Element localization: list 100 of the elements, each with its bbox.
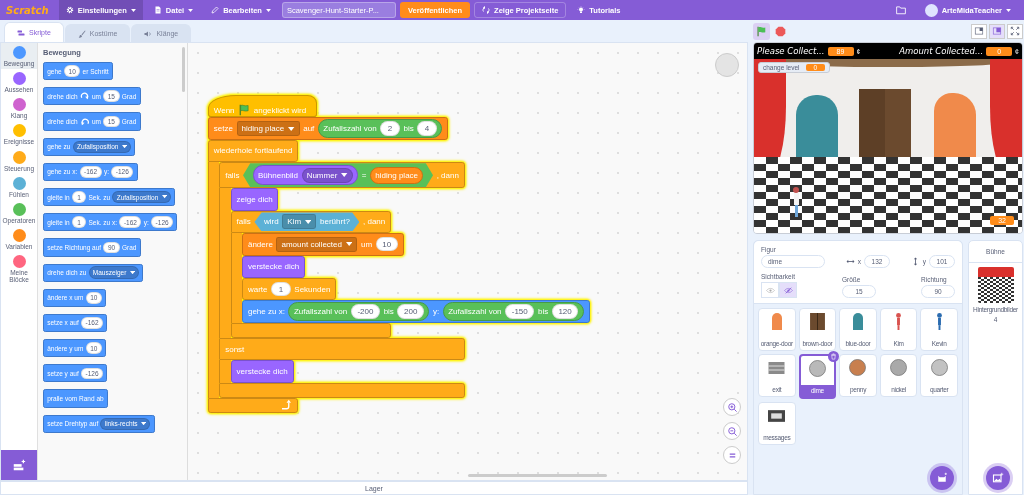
pencil-icon: [211, 6, 220, 14]
code-block[interactable]: zeige dich: [230, 188, 279, 211]
dropdown-menu[interactable]: Nummer: [301, 167, 353, 183]
caret-icon: [161, 195, 167, 199]
boolean-block[interactable]: wird Kim berührt?: [254, 212, 360, 232]
reporter-block[interactable]: Zufallszahl von -200 bis 200: [288, 301, 430, 322]
block-label: verstecke dich: [236, 366, 288, 376]
zoom-in-button[interactable]: [723, 398, 741, 416]
code-block[interactable]: warte 1 Sekunden: [242, 277, 337, 301]
scrollbar[interactable]: [468, 474, 607, 477]
zoom-out-button[interactable]: [723, 422, 741, 440]
file-icon: [153, 6, 162, 14]
block-label: angeklickt wird: [253, 105, 307, 115]
block-label: gehe zu x:: [247, 307, 285, 316]
block-label: verstecke dich: [247, 262, 300, 272]
stage-size-button[interactable]: [971, 23, 987, 39]
flag-icon: [238, 104, 251, 117]
number-input[interactable]: 120: [551, 304, 579, 319]
extension-blocks-icon: [12, 458, 26, 472]
boolean-block[interactable]: Bühnenbild Nummer = hiding place: [243, 163, 434, 188]
normal-stage-icon: [992, 26, 1002, 36]
eye-icon: [765, 285, 775, 295]
number-input[interactable]: 10: [375, 237, 398, 252]
caret-icon: [288, 126, 295, 131]
reporter-block[interactable]: Zufallszahl von 2 bis 4: [317, 118, 443, 139]
number-input[interactable]: -200: [350, 304, 381, 319]
caret-icon: [130, 8, 136, 12]
code-block[interactable]: verstecke dich: [230, 360, 294, 383]
fullscreen-button[interactable]: [1007, 23, 1023, 39]
add-backdrop-button[interactable]: [986, 466, 1010, 490]
gear-icon: [65, 6, 74, 14]
scrollbar[interactable]: [182, 47, 185, 92]
folder-icon[interactable]: [895, 5, 906, 15]
caret-icon: [305, 219, 312, 224]
zoom-reset-button[interactable]: [723, 446, 741, 464]
block-label: falls: [236, 217, 251, 227]
code-block[interactable]: setze hiding place auf Zufallszahl von 2 bis 4: [208, 117, 449, 140]
add-sprite-button[interactable]: [930, 466, 954, 490]
block-label: warte: [247, 284, 268, 294]
stage-size-button[interactable]: [989, 23, 1005, 39]
dropdown-menu[interactable]: Kim: [282, 214, 317, 230]
brush-icon: [77, 29, 86, 38]
number-input[interactable]: 200: [397, 304, 424, 319]
block-label: setze: [213, 124, 233, 134]
number-input[interactable]: 2: [380, 121, 400, 136]
block-label: , dann: [436, 170, 459, 180]
stop-icon: [775, 25, 786, 37]
dropdown-menu[interactable]: amount collected: [276, 236, 358, 252]
block-label: , dann: [363, 217, 386, 227]
number-input[interactable]: -150: [505, 304, 535, 319]
caret-icon: [140, 422, 147, 426]
block-label: sonst: [225, 344, 245, 354]
block-label: auf: [303, 124, 315, 134]
caret-icon: [1006, 8, 1011, 12]
block-label: ändere: [247, 239, 273, 249]
block-label: berührt?: [320, 217, 350, 227]
code-block[interactable]: gehe zu x: Zufallszahl von -200 bis 200 y: Zufallszahl von -150 bis 120: [242, 300, 590, 323]
block-label: Bühnenbild: [258, 170, 299, 180]
reporter-block[interactable]: Zufallszahl von -150 bis 120: [442, 301, 584, 322]
block-label: bis: [383, 307, 394, 316]
trash-icon: [830, 353, 838, 360]
code-block[interactable]: ändere amount collected um 10: [242, 233, 404, 256]
block-label: Zufallszahl von: [293, 307, 348, 316]
caret-icon: [121, 145, 127, 149]
block-label: =: [361, 170, 367, 180]
flag-icon: [756, 25, 767, 37]
caret-icon: [345, 242, 353, 247]
block-label: bis: [403, 124, 414, 134]
expand-arrows-icon: [1010, 26, 1020, 36]
number-input[interactable]: 4: [417, 121, 437, 136]
block-label: falls: [225, 170, 240, 180]
block-label: y:: [433, 307, 440, 316]
code-block[interactable]: verstecke dich: [242, 255, 305, 278]
block-label: hiding place: [375, 170, 419, 180]
delete-button[interactable]: [828, 351, 840, 362]
clockwise-arrow-icon: [79, 91, 90, 102]
block-label: um: [360, 239, 373, 249]
crossed-eye-icon: [783, 285, 793, 295]
control-block[interactable]: falls Bühnenbild Nummer = hiding place , dann: [219, 162, 465, 189]
block-label: Zufallszahl von: [448, 307, 502, 316]
zoom-out-icon: [726, 425, 738, 437]
zoom-in-icon: [726, 401, 738, 413]
counterclockwise-arrow-icon: [79, 116, 90, 127]
coin-icon: [715, 53, 739, 77]
small-stage-icon: [974, 26, 984, 36]
control-block[interactable]: falls wird Kim berührt? , dann: [230, 210, 392, 234]
hide-button[interactable]: [779, 282, 797, 298]
backdrop-thumbnail[interactable]: [977, 267, 1014, 303]
reporter-block[interactable]: Bühnenbild Nummer: [252, 165, 359, 186]
dropdown-menu[interactable]: hiding place: [236, 121, 300, 137]
caret-icon: [341, 173, 348, 178]
run-button[interactable]: [753, 22, 770, 40]
block-label: wird: [264, 217, 279, 227]
caret-icon: [188, 8, 194, 12]
monitor-label: Please Collect...: [757, 46, 825, 56]
swap-arrows-icon: [482, 6, 491, 14]
caret-icon: [129, 270, 135, 275]
monitor-label: Amount Collected...: [899, 46, 984, 56]
number-input[interactable]: 1: [271, 282, 291, 297]
add-extension-button[interactable]: [1, 450, 37, 480]
